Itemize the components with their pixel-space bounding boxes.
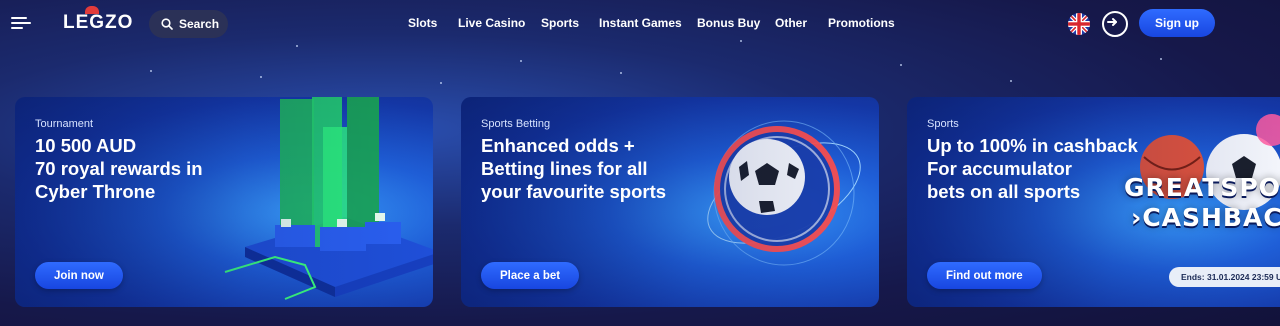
place-a-bet-button[interactable]: Place a bet: [481, 262, 580, 289]
logo[interactable]: LEGZO: [63, 6, 133, 34]
nav-instant-games[interactable]: Instant Games: [599, 16, 682, 30]
card-label: Tournament: [35, 118, 94, 130]
promo-headline: GREATSPOR: [1124, 173, 1280, 202]
join-now-button[interactable]: Join now: [35, 262, 123, 289]
card-label: Sports Betting: [481, 118, 551, 130]
card-title: Up to 100% in cashback For accumulator b…: [927, 135, 1138, 202]
find-out-more-button[interactable]: Find out more: [927, 262, 1042, 289]
uk-flag-icon[interactable]: [1068, 13, 1090, 35]
card-title: Enhanced odds + Betting lines for all yo…: [481, 135, 667, 202]
ends-badge: Ends: 31.01.2024 23:59 U: [1169, 267, 1280, 287]
promo-card-tournament[interactable]: Tournament 10 500 AUD 70 royal rewards i…: [15, 97, 433, 307]
nav-sports[interactable]: Sports: [541, 16, 579, 30]
search-icon: [161, 18, 173, 30]
hamburger-icon[interactable]: [11, 15, 31, 31]
santa-hat-icon: [85, 6, 99, 14]
nav-promotions[interactable]: Promotions: [828, 16, 895, 30]
search-button[interactable]: Search: [149, 10, 228, 38]
card-title: 10 500 AUD 70 royal rewards in Cyber Thr…: [35, 135, 203, 202]
nav-bonus-buy[interactable]: Bonus Buy: [697, 16, 760, 30]
login-icon[interactable]: [1102, 11, 1128, 37]
chevron-right-icon: ›: [1131, 203, 1143, 232]
nav-live-casino[interactable]: Live Casino: [458, 16, 525, 30]
top-header: LEGZO Search Slots Live Casino Sports In…: [0, 0, 1280, 48]
nav-slots[interactable]: Slots: [408, 16, 437, 30]
nav-other[interactable]: Other: [775, 16, 807, 30]
signup-button[interactable]: Sign up: [1139, 9, 1215, 37]
promo-card-sports-betting[interactable]: Sports Betting Enhanced odds + Betting l…: [461, 97, 879, 307]
promo-subheadline: ›CASHBAC: [1131, 203, 1280, 232]
card-label: Sports: [927, 118, 959, 130]
promo-card-sports-cashback[interactable]: Sports Up to 100% in cashback For accumu…: [907, 97, 1280, 307]
